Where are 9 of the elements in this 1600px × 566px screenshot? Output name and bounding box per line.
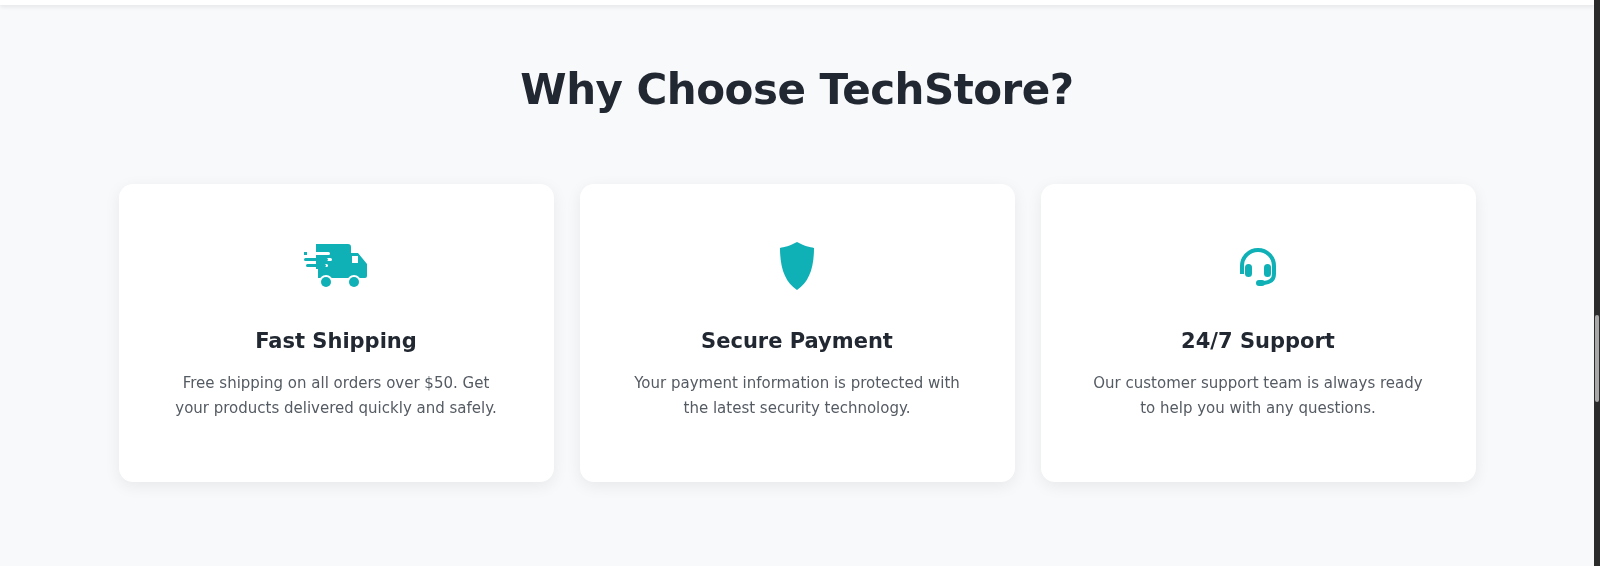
feature-description: Our customer support team is always ready to help you with any questions. — [1092, 373, 1424, 419]
feature-title: 24/7 Support — [1181, 328, 1335, 355]
feature-title: Secure Payment — [701, 328, 893, 355]
scrollbar[interactable] — [1594, 0, 1600, 566]
scrollbar-thumb[interactable] — [1595, 315, 1599, 402]
feature-description: Free shipping on all orders over $50. Get your products delivered quickly and safely. — [174, 373, 498, 419]
feature-description: Your payment information is protected with the latest security technology. — [633, 373, 961, 419]
feature-title: Fast Shipping — [255, 328, 417, 355]
section-title: Why Choose TechStore? — [520, 64, 1074, 116]
